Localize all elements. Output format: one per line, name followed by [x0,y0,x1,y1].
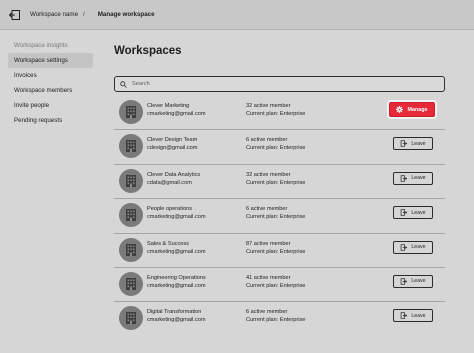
sidebar-item-invoices[interactable]: Invoices [8,68,93,83]
door-exit-icon [400,243,408,251]
breadcrumb-workspace-name[interactable]: Workspace name [30,11,78,18]
door-exit-icon [400,312,408,319]
workspace-plan: Current plan: Enterprise [246,214,306,221]
leave-button[interactable]: Leave [393,274,433,288]
workspace-members: 6 active member [246,137,288,144]
sidebar-item-invite-people[interactable]: Invite people [8,98,93,113]
workspace-name: People operations [147,206,193,213]
workspace-name: Clever Design Team [147,137,198,144]
leave-button[interactable]: Leave [393,206,433,220]
main-content: Workspaces Clever Marketing cmarketing@g… [114,45,454,331]
workspace-plan: Current plan: Enterprise [246,248,306,255]
breadcrumb-separator: / [83,11,85,18]
back-icon[interactable] [8,8,22,22]
leave-button[interactable]: Leave [393,171,433,185]
breadcrumb-current: Manage workspace [97,11,155,18]
workspace-row: Clever Design Team cdesign@gmail.com 6 a… [114,130,445,165]
workspace-plan: Current plan: Enterprise [246,179,306,186]
workspace-members: 32 active member [246,103,291,109]
workspace-email: cdata@gmail.com [147,179,192,186]
workspace-email: cmarketing@gmail.com [147,214,206,221]
building-icon [119,306,143,331]
workspace-name: Sales & Success [147,240,189,247]
workspace-members: 32 active member [246,171,291,178]
sidebar: Workspace insights Workspace settings In… [8,38,93,128]
search-icon [120,75,127,93]
workspace-row: Digital Transformation cmarketing@gmail.… [114,302,445,336]
building-icon [119,134,143,159]
leave-button-label: Leave [411,209,426,216]
page-title: Workspaces [114,45,182,57]
door-exit-icon [400,140,408,148]
sidebar-item-pending-requests[interactable]: Pending requests [8,113,93,128]
workspace-members: 6 active member [246,309,288,316]
workspace-row: Clever Marketing cmarketing@gmail.com 32… [114,96,445,131]
leave-button-label: Leave [411,244,426,251]
sidebar-item-workspace-insights[interactable]: Workspace insights [8,38,93,53]
workspace-members: 41 active member [246,274,291,281]
search-input[interactable] [132,81,422,87]
workspace-name: Clever Marketing [147,103,190,109]
building-icon [119,168,143,193]
workspace-row: Sales & Success cmarketing@gmail.com 87 … [114,234,445,268]
workspace-email: cmarketing@gmail.com [147,317,206,324]
workspace-email: cmarketing@gmail.com [147,282,206,289]
workspace-email: cmarketing@gmail.com [147,248,206,255]
workspace-row: People operations cmarketing@gmail.com 6… [114,199,445,234]
door-exit-icon [400,278,408,285]
workspace-plan: Current plan: Enterprise [246,317,306,324]
top-bar: Workspace name / Manage workspace [0,0,474,30]
building-icon [119,100,143,124]
leave-button[interactable]: Leave [393,309,433,323]
building-icon [119,203,143,228]
workspace-email: cdesign@gmail.com [147,145,198,152]
door-exit-icon [400,209,408,216]
building-icon [119,271,143,296]
leave-button-label: Leave [411,175,426,182]
workspace-name: Engineering Operations [147,274,206,281]
workspace-row: Engineering Operations cmarketing@gmail.… [114,268,445,303]
manage-button-label: Manage [407,106,428,113]
sidebar-item-workspace-settings[interactable]: Workspace settings [8,53,93,68]
workspace-name: Clever Data Analytics [147,171,201,178]
door-exit-icon [400,175,408,182]
gear-icon [396,106,404,113]
workspace-plan: Current plan: Enterprise [246,111,306,117]
workspace-email: cmarketing@gmail.com [147,111,206,117]
workspace-list: Clever Marketing cmarketing@gmail.com 32… [114,96,445,337]
sidebar-item-workspace-members[interactable]: Workspace members [8,83,93,98]
workspace-name: Digital Transformation [147,309,202,316]
leave-button[interactable]: Leave [393,137,433,151]
search-box[interactable] [114,76,445,92]
workspace-plan: Current plan: Enterprise [246,145,306,152]
leave-button-label: Leave [411,312,426,319]
leave-button-label: Leave [411,278,426,285]
leave-button[interactable]: Leave [393,240,433,254]
leave-button-label: Leave [411,140,426,147]
workspace-row: Clever Data Analytics cdata@gmail.com 32… [114,165,445,200]
manage-button[interactable]: Manage [389,102,435,117]
workspace-members: 87 active member [246,240,291,247]
building-icon [119,237,143,262]
workspace-members: 6 active member [246,206,288,213]
workspace-plan: Current plan: Enterprise [246,282,306,289]
